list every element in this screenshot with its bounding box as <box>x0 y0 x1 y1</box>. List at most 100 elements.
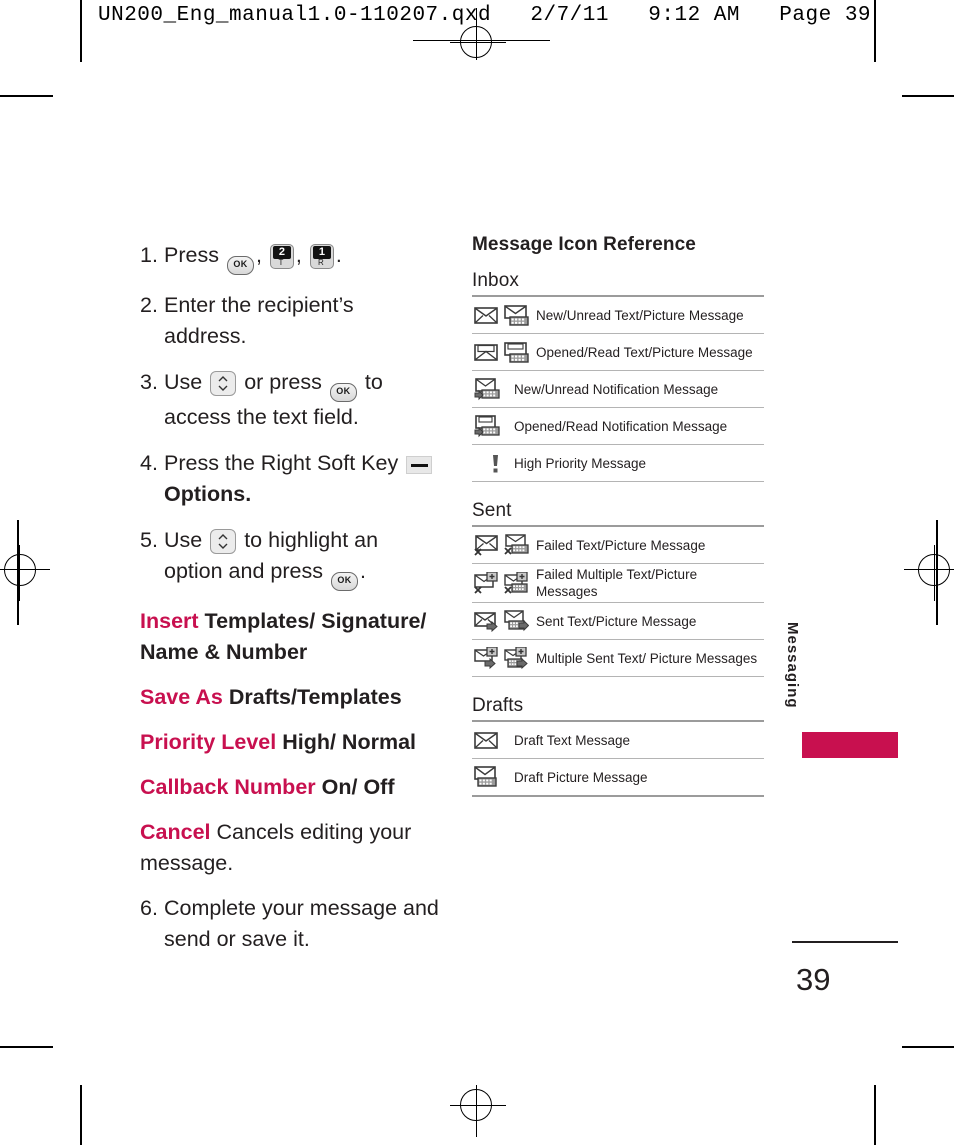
icon-row: Sent Text/Picture Message <box>472 603 764 639</box>
envelope-failed-icon <box>474 534 498 556</box>
row-rule <box>472 676 764 677</box>
section-tab-accent-block <box>802 732 898 758</box>
option-insert-value: Templates/ Signature/ <box>204 609 427 633</box>
step-3: 3. Use or press OK to access the text fi… <box>140 367 440 433</box>
notification-open-icon <box>474 414 500 437</box>
notification-new-icon <box>474 377 500 400</box>
option-cancel-value-2: message. <box>140 851 234 875</box>
picture-draft-icon <box>474 766 497 787</box>
step-1-number: 1. <box>140 243 158 267</box>
step-1-comma-1: , <box>255 243 262 267</box>
row-label: Draft Picture Message <box>514 769 648 785</box>
row-icons <box>472 304 536 326</box>
step-3-number: 3. <box>140 370 158 394</box>
envelope-sent-icon <box>474 611 498 632</box>
crop-mark-top-right-vertical <box>874 0 876 62</box>
option-callback-number-term: Callback Number <box>140 775 316 799</box>
crop-mark-right-top-horizontal <box>902 95 954 97</box>
group-title-sent: Sent <box>472 500 512 521</box>
row-icons <box>472 610 536 632</box>
instruction-column: 1. Press OK, 2T, 1R. 2. Enter the recipi… <box>140 240 440 970</box>
crop-mark-bottom-left-vertical <box>80 1085 82 1145</box>
row-label: Failed Multiple Text/Picture Messages <box>536 566 764 600</box>
step-1-period: . <box>335 243 342 267</box>
step-6-line-1: Complete your message and <box>164 896 439 920</box>
option-save-as-term: Save As <box>140 685 223 709</box>
step-5-line-2: option and press OK. <box>164 556 440 591</box>
row-icons <box>472 534 536 556</box>
picture-message-open-icon <box>504 341 529 363</box>
option-callback-number: Callback Number On/ Off <box>140 772 440 803</box>
registration-mark-right <box>900 545 954 601</box>
ok-key-icon: OK <box>226 256 254 275</box>
icon-row: New/Unread Text/Picture Message <box>472 297 764 333</box>
icon-row: Opened/Read Text/Picture Message <box>472 334 764 370</box>
step-1: 1. Press OK, 2T, 1R. <box>140 240 440 275</box>
crop-mark-top-left-vertical <box>80 0 82 62</box>
up-down-chevron-icon <box>218 376 228 391</box>
step-6-number: 6. <box>140 896 158 920</box>
option-cancel-value: Cancels editing your <box>216 820 412 844</box>
row-icons <box>472 377 514 401</box>
icon-row: Multiple Sent Text/ Picture Messages <box>472 640 764 676</box>
crop-mark-left-bottom-horizontal <box>0 1046 53 1048</box>
file-header-text: UN200_Eng_manual1.0-110207.qxd 2/7/11 9:… <box>98 4 872 27</box>
step-6: 6. Complete your message and send or sav… <box>140 893 440 955</box>
row-label: Opened/Read Notification Message <box>514 418 728 434</box>
step-1-comma-2: , <box>295 243 302 267</box>
step-3-to-text: to <box>364 370 383 394</box>
step-3-use-text: Use <box>164 370 203 394</box>
option-callback-number-value: On/ Off <box>321 775 395 799</box>
step-5: 5. Use to highlight an option and press … <box>140 525 440 591</box>
step-5-line-2-text: option and press <box>164 559 323 583</box>
option-insert-term: Insert <box>140 609 199 633</box>
ok-key-icon: OK <box>330 572 358 591</box>
row-label: High Priority Message <box>514 455 647 471</box>
step-5-highlight-text: to highlight an <box>244 528 379 552</box>
option-priority-level: Priority Level High/ Normal <box>140 727 440 758</box>
row-icons <box>472 414 514 438</box>
reference-group-drafts: Drafts Draft Text Message Draft Picture … <box>472 695 764 797</box>
reference-title: Message Icon Reference <box>472 234 696 255</box>
step-3-line-2: access the text field. <box>164 405 359 429</box>
row-icons <box>472 766 514 788</box>
option-save-as: Save As Drafts/Templates <box>140 682 440 713</box>
crop-mark-left-top-horizontal <box>0 95 53 97</box>
section-tab-label: Messaging <box>784 622 801 709</box>
step-2-text: Enter the recipient’s address. <box>164 293 354 348</box>
icon-row: New/Unread Notification Message <box>472 371 764 407</box>
option-priority-level-term: Priority Level <box>140 730 277 754</box>
row-label-line-1: Failed Multiple Text/Picture <box>536 567 698 582</box>
row-label: Failed Text/Picture Message <box>536 537 706 553</box>
picture-message-new-icon <box>504 304 529 326</box>
envelope-draft-icon <box>474 731 498 749</box>
number-key-2-icon: 2T <box>269 244 294 269</box>
row-icons <box>472 341 536 363</box>
icon-row: Draft Picture Message <box>472 759 764 795</box>
row-icons <box>472 731 514 750</box>
step-5-number: 5. <box>140 528 158 552</box>
key-1-letter: R <box>318 258 324 267</box>
row-label: New/Unread Text/Picture Message <box>536 307 744 323</box>
icon-row: Failed Multiple Text/Picture Messages <box>472 564 764 602</box>
picture-sent-multiple-icon <box>504 646 528 669</box>
navigation-key-icon <box>210 529 237 554</box>
option-save-as-value: Drafts/Templates <box>228 685 402 709</box>
envelope-closed-icon <box>474 306 498 324</box>
step-2-number: 2. <box>140 293 158 317</box>
picture-sent-icon <box>504 610 529 632</box>
step-5-period: . <box>359 559 366 583</box>
message-icon-reference-section: Message Icon Reference Inbox New/Unread … <box>472 234 764 799</box>
group-rule-bottom <box>472 795 764 797</box>
navigation-key-icon <box>210 371 237 396</box>
crop-mark-bottom-right-vertical <box>874 1085 876 1145</box>
step-6-line-2: send or save it. <box>164 927 310 951</box>
picture-failed-icon <box>504 534 529 555</box>
option-insert-value-2: Name & Number <box>140 640 308 664</box>
step-4-number: 4. <box>140 451 158 475</box>
step-1-text: Press <box>164 243 219 267</box>
row-rule <box>472 481 764 482</box>
option-cancel-term: Cancel <box>140 820 211 844</box>
